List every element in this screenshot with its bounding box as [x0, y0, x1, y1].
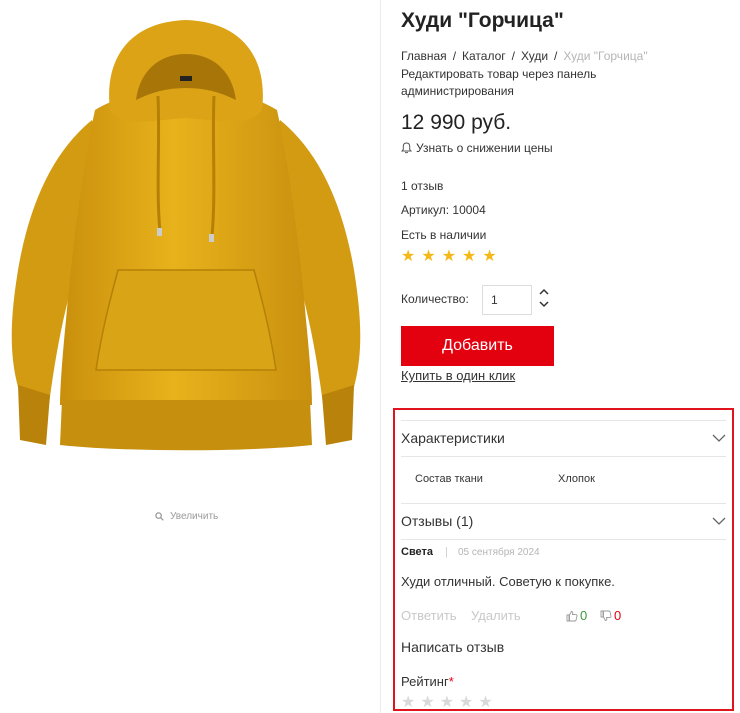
required-mark: *	[448, 674, 454, 689]
reviews-header[interactable]: Отзывы (1)	[401, 504, 726, 538]
star-icon: ★	[462, 248, 477, 265]
rating-label: Рейтинг*	[401, 674, 454, 689]
star-icon: ★	[421, 248, 436, 265]
chevron-down-icon	[712, 434, 726, 442]
buy-one-click-link[interactable]: Купить в один клик	[401, 368, 515, 383]
price-alert-label: Узнать о снижении цены	[416, 141, 553, 155]
write-review-heading: Написать отзыв	[401, 639, 505, 655]
chevron-down-icon	[539, 301, 549, 308]
reviews-count[interactable]: 1 отзыв	[401, 179, 443, 193]
breadcrumb-separator: /	[452, 49, 457, 63]
reviews-title: Отзывы (1)	[401, 513, 474, 529]
characteristics-header[interactable]: Характеристики	[401, 421, 726, 455]
delete-button[interactable]: Удалить	[471, 608, 521, 623]
review-meta-separator: |	[445, 546, 448, 558]
product-rating: ★ ★ ★ ★ ★	[401, 249, 497, 265]
star-icon[interactable]: ★	[420, 695, 434, 710]
article-number: Артикул: 10004	[401, 203, 486, 217]
chevron-down-icon	[712, 517, 726, 525]
star-icon: ★	[441, 248, 457, 265]
bell-icon	[401, 142, 412, 154]
thumbs-up-icon	[566, 610, 578, 621]
admin-edit-link[interactable]: Редактировать товар через панель админис…	[401, 66, 651, 100]
breadcrumb: Главная / Каталог / Худи / Худи "Горчица…	[401, 49, 648, 63]
divider	[401, 539, 726, 540]
breadcrumb-current: Худи "Горчица"	[563, 49, 648, 63]
price-alert-link[interactable]: Узнать о снижении цены	[401, 141, 553, 155]
like-count: 0	[580, 608, 588, 623]
breadcrumb-home[interactable]: Главная	[401, 49, 447, 63]
star-icon: ★	[482, 248, 497, 265]
magnifier-icon	[155, 512, 164, 521]
breadcrumb-separator: /	[511, 49, 515, 63]
reply-button[interactable]: Ответить	[401, 608, 457, 623]
star-icon: ★	[401, 248, 416, 265]
product-price: 12 990 руб.	[401, 111, 512, 134]
review-text: Худи отличный. Советую к покупке.	[401, 574, 615, 589]
property-name: Состав ткани	[415, 473, 483, 485]
quantity-label: Количество:	[401, 292, 469, 306]
like-button[interactable]: 0	[566, 608, 587, 623]
product-image[interactable]	[0, 0, 372, 470]
dislike-button[interactable]: 0	[600, 608, 621, 623]
hoodie-illustration	[11, 20, 361, 451]
review-author: Света	[401, 546, 434, 558]
rating-input[interactable]: ★ ★ ★ ★ ★	[401, 695, 493, 710]
product-title: Худи "Горчица"	[401, 9, 564, 32]
star-icon[interactable]: ★	[459, 695, 473, 710]
characteristics-title: Характеристики	[401, 430, 505, 446]
quantity-input[interactable]	[482, 285, 532, 315]
add-to-cart-button[interactable]: Добавить	[401, 326, 554, 366]
breadcrumb-catalog[interactable]: Каталог	[462, 49, 506, 63]
chevron-up-icon	[539, 288, 549, 295]
star-icon[interactable]: ★	[440, 695, 454, 710]
thumbs-down-icon	[600, 610, 612, 621]
zoom-label: Увеличить	[170, 511, 219, 522]
review-date: 05 сентября 2024	[458, 547, 540, 558]
divider	[401, 456, 726, 457]
product-tabs-panel: Характеристики Состав ткани Хлопок Отзыв…	[393, 408, 734, 711]
rating-label-text: Рейтинг	[401, 674, 449, 689]
breadcrumb-separator: /	[554, 49, 558, 63]
column-divider	[380, 0, 381, 713]
stock-status: Есть в наличии	[401, 228, 487, 242]
dislike-count: 0	[614, 608, 622, 623]
quantity-decrease-button[interactable]	[538, 299, 550, 309]
zoom-link[interactable]: Увеличить	[155, 511, 218, 522]
quantity-increase-button[interactable]	[538, 287, 550, 297]
property-value: Хлопок	[558, 473, 595, 485]
breadcrumb-hoodies[interactable]: Худи	[521, 49, 548, 63]
star-icon[interactable]: ★	[401, 695, 415, 710]
star-icon[interactable]: ★	[478, 695, 492, 710]
